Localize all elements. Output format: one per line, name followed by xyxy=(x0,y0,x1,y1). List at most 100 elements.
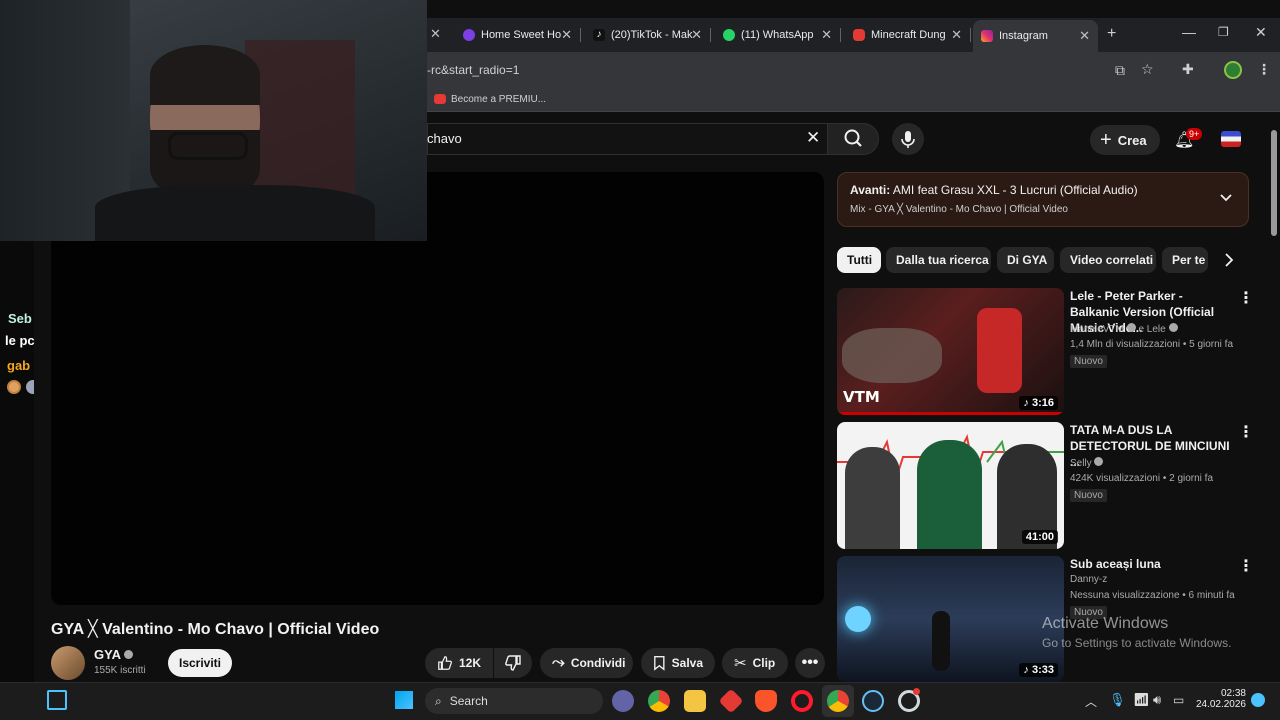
webcam-person-shirt xyxy=(95,185,375,241)
bookmark-star-icon[interactable]: ☆ xyxy=(1141,61,1154,78)
video-title-main: GYA ╳ Valentino - Mo Chavo | Official Vi… xyxy=(51,621,380,638)
maximize-icon[interactable]: ❐ xyxy=(1218,25,1229,39)
game-controller-icon xyxy=(853,29,865,41)
share-button[interactable]: ⤳ Condividi xyxy=(540,648,633,678)
search-input[interactable] xyxy=(427,123,827,155)
chip-from-gya[interactable]: Di GYA xyxy=(997,247,1054,273)
chrome-icon-active[interactable] xyxy=(827,690,849,712)
video-channel[interactable]: Danny-z xyxy=(1070,574,1107,585)
browser-tab[interactable]: Minecraft Dung ✕ xyxy=(845,20,971,50)
subscribe-button[interactable]: Iscriviti xyxy=(168,649,232,677)
chevron-up-icon[interactable]: ︿ xyxy=(1085,693,1097,710)
channel-name[interactable]: GYA xyxy=(94,647,134,662)
browser-menu-icon[interactable]: ⋮ xyxy=(1257,61,1271,78)
verified-icon xyxy=(1168,323,1178,332)
install-app-icon[interactable]: ⧉ xyxy=(1115,62,1125,79)
search-button[interactable] xyxy=(827,123,879,155)
browser-tab[interactable]: (11) WhatsApp ✕ xyxy=(715,20,841,50)
tab-title: (20)TikTok - Mak xyxy=(611,29,693,41)
close-tab-icon[interactable]: ✕ xyxy=(691,27,702,43)
bookmark-icon xyxy=(654,656,665,671)
speaker-icon[interactable]: 🔊︎ xyxy=(1153,692,1161,708)
more-options-icon[interactable]: ⋮ xyxy=(1238,422,1254,442)
plus-icon: + xyxy=(1100,128,1112,151)
clear-search-icon[interactable]: ✕ xyxy=(806,128,820,148)
create-button[interactable]: + Crea xyxy=(1090,125,1160,155)
taskbar-search-label: Search xyxy=(449,694,488,708)
new-tab-icon[interactable]: + xyxy=(1107,25,1116,43)
thumbnail-person xyxy=(917,440,982,549)
video-thumbnail[interactable]: VTM ♪ 3:16 xyxy=(837,288,1064,415)
notification-center-icon[interactable] xyxy=(1251,693,1265,707)
more-actions-button[interactable]: ••• xyxy=(795,648,825,678)
browser-tab[interactable]: ♪ (20)TikTok - Mak ✕ xyxy=(585,20,711,50)
close-tab-icon[interactable]: ✕ xyxy=(561,27,572,43)
wifi-icon[interactable]: 📶︎ xyxy=(1133,692,1150,708)
task-view-icon[interactable] xyxy=(47,690,67,710)
up-next-panel[interactable]: Avanti: AMI feat Grasu XXL - 3 Lucruri (… xyxy=(837,172,1249,227)
thumbnail-logo: VTM xyxy=(843,388,880,406)
chip-for-you[interactable]: Per te xyxy=(1162,247,1208,273)
whatsapp-icon xyxy=(723,29,735,41)
close-tab-icon[interactable]: ✕ xyxy=(951,27,962,43)
share-icon: ⤳ xyxy=(552,654,565,671)
browser-tab[interactable]: Home Sweet Ho ✕ xyxy=(455,20,581,50)
clip-button[interactable]: ✂ Clip xyxy=(722,648,788,678)
brave-icon[interactable] xyxy=(755,690,777,712)
more-options-icon[interactable]: ⋮ xyxy=(1238,288,1254,308)
browser-tab-active[interactable]: Instagram ✕ xyxy=(973,20,1098,52)
chevron-down-icon[interactable] xyxy=(1219,191,1233,205)
chip-all[interactable]: Tutti xyxy=(837,247,881,273)
windows-start-icon[interactable] xyxy=(395,691,413,709)
address-bar-url[interactable]: -rc&start_radio=1 xyxy=(427,63,519,77)
verified-icon xyxy=(1094,457,1104,466)
channel-avatar[interactable] xyxy=(51,646,85,680)
notification-count-badge: 9+ xyxy=(1186,128,1203,140)
chat-username: gab xyxy=(7,358,31,373)
voice-search-button[interactable] xyxy=(892,123,924,155)
thumbnail-person xyxy=(977,308,1022,393)
chevron-right-icon[interactable] xyxy=(1222,252,1236,268)
up-next-title[interactable]: AMI feat Grasu XXL - 3 Lucruri (Official… xyxy=(893,183,1138,197)
extensions-icon[interactable]: ✚ xyxy=(1182,61,1194,78)
webcam-overlay xyxy=(0,0,427,241)
profile-avatar[interactable] xyxy=(1224,61,1242,79)
taskbar-search-box[interactable]: ⌕ Search xyxy=(425,688,603,714)
close-tab-icon[interactable]: ✕ xyxy=(430,26,441,42)
video-thumbnail[interactable]: ♪ 3:33 xyxy=(837,556,1064,682)
opera-icon[interactable] xyxy=(791,690,813,712)
bookmark-item[interactable]: Become a PREMIU... xyxy=(451,94,546,105)
video-thumbnail[interactable]: 41:00 xyxy=(837,422,1064,549)
close-tab-icon[interactable]: ✕ xyxy=(1079,28,1090,44)
save-button[interactable]: Salva xyxy=(641,648,715,678)
like-button[interactable]: 12K xyxy=(425,648,493,678)
tab-title: Minecraft Dung xyxy=(871,29,946,41)
video-title[interactable]: Sub aceași luna xyxy=(1070,556,1230,572)
chip-related[interactable]: Video correlati xyxy=(1060,247,1156,273)
microphone-icon[interactable]: 🎙︎ xyxy=(1109,692,1126,708)
minimize-icon[interactable]: — xyxy=(1182,24,1196,40)
battery-icon[interactable]: ▭ xyxy=(1173,693,1184,707)
chrome-icon[interactable] xyxy=(648,690,670,712)
chat-app-icon[interactable] xyxy=(612,690,634,712)
up-next-label: Avanti: xyxy=(850,183,891,197)
chip-from-search[interactable]: Dalla tua ricerca xyxy=(886,247,991,273)
search-query: chavo xyxy=(427,131,462,146)
video-channel[interactable]: Selly xyxy=(1070,457,1104,469)
clock-date: 24.02.2026 xyxy=(1195,699,1246,710)
thumbnail-person xyxy=(932,611,950,671)
dislike-button[interactable] xyxy=(494,648,532,678)
close-tab-icon[interactable]: ✕ xyxy=(821,27,832,43)
window-close-icon[interactable]: ✕ xyxy=(1255,24,1267,41)
video-channel[interactable]: ManeleVTM e Lele xyxy=(1070,323,1178,335)
steam-icon[interactable] xyxy=(862,690,884,712)
account-avatar[interactable] xyxy=(1221,131,1241,147)
taskbar-clock[interactable]: 02:38 24.02.2026 xyxy=(1190,688,1246,710)
more-options-icon[interactable]: ⋮ xyxy=(1238,556,1254,576)
microphone-icon xyxy=(901,131,915,148)
video-stats: Nessuna visualizzazione • 6 minuti fa xyxy=(1070,590,1235,601)
scrollbar-thumb[interactable] xyxy=(1271,130,1277,236)
file-explorer-icon[interactable] xyxy=(684,690,706,712)
notification-dot xyxy=(913,688,920,695)
thumbnail-car xyxy=(842,328,942,383)
